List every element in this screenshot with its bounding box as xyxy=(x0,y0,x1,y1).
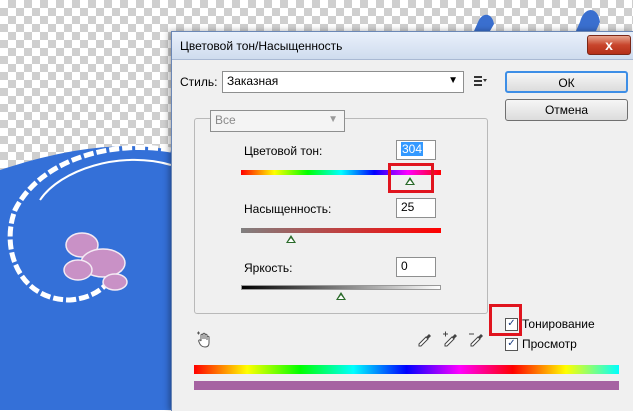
hue-label: Цветовой тон: xyxy=(244,144,323,158)
brightness-slider-thumb[interactable] xyxy=(336,292,346,300)
list-menu-icon[interactable] xyxy=(473,74,487,88)
output-color-bar xyxy=(194,381,619,390)
eyedropper-icon[interactable] xyxy=(416,331,432,347)
brightness-input[interactable]: 0 xyxy=(396,257,436,277)
hue-saturation-dialog: Цветовой тон/Насыщенность x Стиль: Заказ… xyxy=(171,31,633,411)
saturation-slider-track[interactable] xyxy=(241,228,441,233)
chevron-down-icon: ▼ xyxy=(328,114,338,125)
brightness-slider-track[interactable] xyxy=(241,285,441,290)
dialog-title: Цветовой тон/Насыщенность xyxy=(180,39,343,53)
input-spectrum-bar xyxy=(194,365,619,374)
ok-button[interactable]: ОК xyxy=(505,71,628,93)
colorize-highlight xyxy=(489,304,522,336)
colorize-label[interactable]: Тонирование xyxy=(522,317,595,331)
hue-thumb-highlight xyxy=(388,163,434,193)
channel-value: Все xyxy=(215,113,236,127)
hue-input[interactable]: 304 xyxy=(396,140,436,160)
saturation-slider-thumb[interactable] xyxy=(286,235,296,243)
saturation-input[interactable]: 25 xyxy=(396,198,436,218)
hue-value-text: 304 xyxy=(401,142,424,156)
style-value: Заказная xyxy=(227,74,279,88)
saturation-label: Насыщенность: xyxy=(244,202,332,216)
eyedropper-minus-icon[interactable] xyxy=(468,331,484,347)
channel-select[interactable]: Все ▼ xyxy=(210,110,345,132)
eyedropper-plus-icon[interactable] xyxy=(442,331,458,347)
style-label: Стиль: xyxy=(180,75,218,89)
title-bar[interactable]: Цветовой тон/Насыщенность x xyxy=(172,32,633,60)
preview-checkbox[interactable]: ✓ xyxy=(505,338,518,351)
brightness-label: Яркость: xyxy=(244,261,293,275)
preview-label[interactable]: Просмотр xyxy=(522,337,577,351)
chevron-down-icon: ▼ xyxy=(448,75,458,86)
style-select[interactable]: Заказная ▼ xyxy=(222,71,464,93)
cancel-button[interactable]: Отмена xyxy=(505,99,628,121)
close-button[interactable]: x xyxy=(587,35,631,55)
hand-adjust-icon[interactable] xyxy=(196,331,214,349)
